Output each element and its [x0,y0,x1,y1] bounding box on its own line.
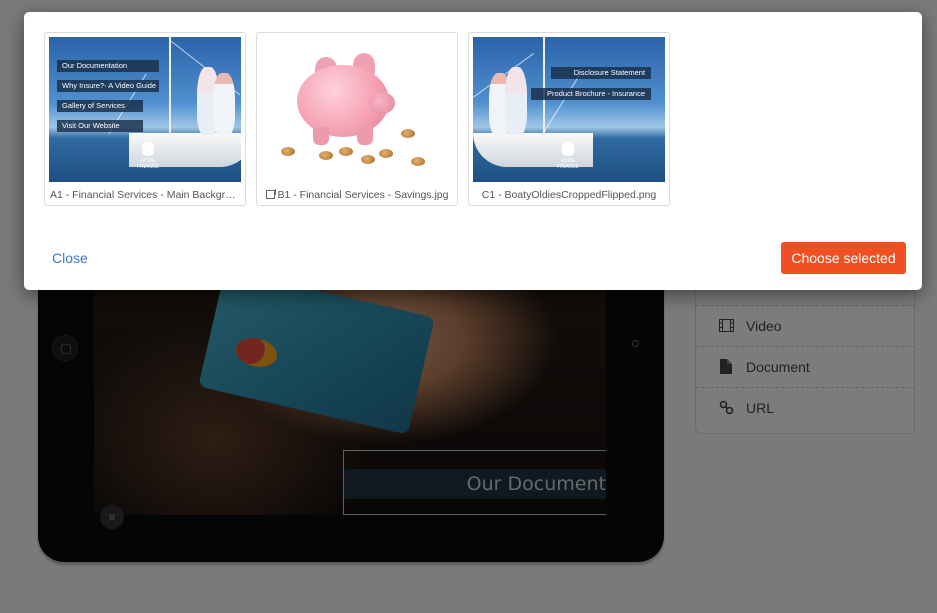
close-button[interactable]: Close [52,250,88,266]
overlay-item: Gallery of Services [57,100,143,112]
asset-thumbnail-c1[interactable]: Disclosure Statement Product Brochure - … [468,32,670,206]
overlay-item: Visit Our Website [57,120,143,132]
acme-logo: ACME FINANCE [135,142,161,170]
overlay-item: Product Brochure - Insurance [531,88,651,100]
database-icon [562,142,574,156]
asset-image-boat-flipped: Disclosure Statement Product Brochure - … [473,37,665,182]
asset-caption: B1 - Financial Services - Savings.jpg [257,189,457,201]
asset-caption: A1 - Financial Services - Main Backgro··… [50,189,242,201]
database-icon [142,142,154,156]
asset-image-boat: Our Documentation Why Insure?- A Video G… [49,37,241,182]
copy-icon [265,189,276,199]
acme-logo: ACME FINANCE [555,142,581,170]
choose-selected-button[interactable]: Choose selected [781,242,906,274]
asset-caption: C1 - BoatyOldiesCroppedFlipped.png [481,189,657,201]
asset-thumbnail-a1[interactable]: Our Documentation Why Insure?- A Video G… [44,32,246,206]
overlay-item: Why Insure?- A Video Guide [57,80,159,92]
asset-picker-modal: Our Documentation Why Insure?- A Video G… [24,12,922,290]
overlay-item: Our Documentation [57,60,159,72]
asset-image-piggy-bank [261,37,453,182]
asset-thumbnail-b1[interactable]: B1 - Financial Services - Savings.jpg [256,32,458,206]
overlay-item: Disclosure Statement [551,67,651,79]
